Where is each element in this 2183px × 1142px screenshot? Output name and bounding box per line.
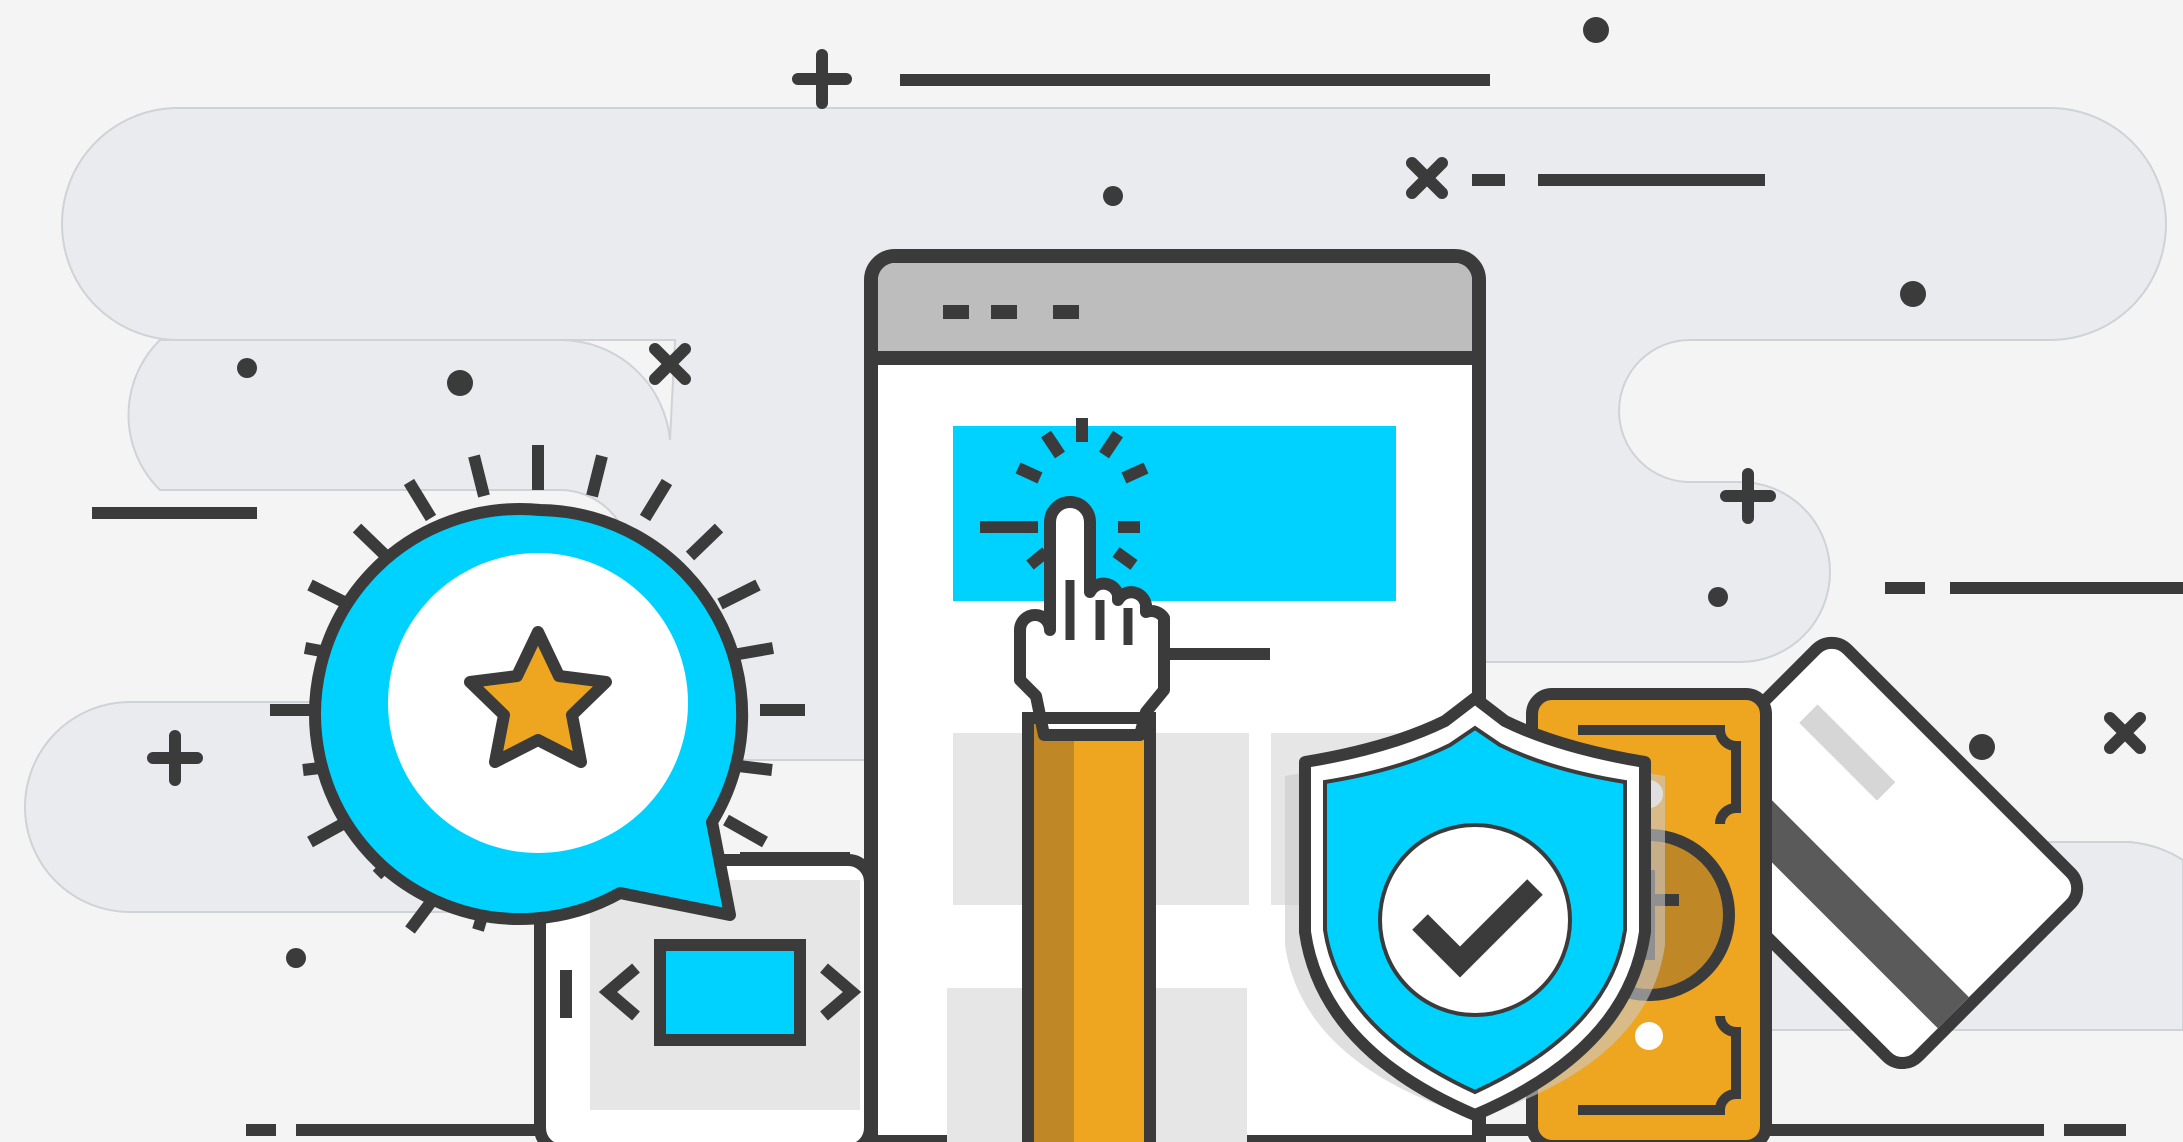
window-dots <box>943 305 1079 319</box>
web-services-illustration <box>24 17 2183 1142</box>
highlighted-banner <box>953 426 1396 601</box>
